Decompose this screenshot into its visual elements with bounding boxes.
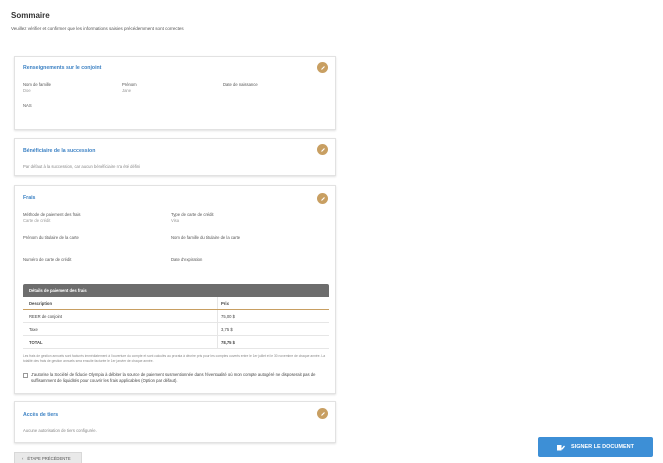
col-separator xyxy=(217,323,218,335)
sign-document-label: SIGNER LE DOCUMENT xyxy=(571,444,634,450)
table-row: REER de conjoint 75,00 $ xyxy=(23,310,329,323)
beneficiary-text: Par défaut à la succession, car aucun bé… xyxy=(23,164,141,169)
col-separator xyxy=(217,310,218,322)
spouse-card-title: Renseignements sur le conjoint xyxy=(23,65,102,71)
fees-card: Frais Méthode de paiement des frais Cart… xyxy=(14,185,336,394)
table-row: Taxe 3,75 $ xyxy=(23,323,329,336)
edit-fees-button[interactable] xyxy=(317,193,328,204)
row-description: REER de conjoint xyxy=(29,314,63,319)
col-description: Description xyxy=(29,301,53,306)
page-title: Sommaire xyxy=(11,11,50,20)
col-separator xyxy=(217,336,218,348)
first-name-label: Prénom xyxy=(122,82,137,87)
edit-beneficiary-button[interactable] xyxy=(317,144,328,155)
previous-step-label: ÉTAPE PRÉCÉDENTE xyxy=(27,455,71,461)
fees-table: Détails de paiement des frais Descriptio… xyxy=(23,284,329,349)
fees-note: Les frais de gestion annuels sont factur… xyxy=(23,354,326,363)
last-name-value: Doe xyxy=(23,88,31,93)
card-number-label: Numéro de carte de crédit xyxy=(23,257,72,262)
pencil-icon xyxy=(320,196,325,201)
sign-document-button[interactable]: SIGNER LE DOCUMENT xyxy=(538,437,653,457)
payment-method-value: Carte de crédit xyxy=(23,218,51,223)
holder-first-name-label: Prénom du titulaire de la carte xyxy=(23,235,79,240)
page: Sommaire Veuillez vérifier et confirmer … xyxy=(0,0,663,463)
row-price: 78,75 $ xyxy=(221,340,235,345)
page-subtitle: Veuillez vérifier et confirmer que les i… xyxy=(11,26,184,31)
chevron-left-icon: ‹ xyxy=(22,455,24,461)
card-type-label: Type de carte de crédit xyxy=(171,212,214,217)
col-separator xyxy=(217,297,218,309)
fees-table-title: Détails de paiement des frais xyxy=(23,284,329,297)
pencil-icon xyxy=(320,147,325,152)
expiry-label: Date d'expiration xyxy=(171,257,203,262)
row-price: 75,00 $ xyxy=(221,314,235,319)
dob-label: Date de naissance xyxy=(223,82,258,87)
third-party-card-title: Accès de tiers xyxy=(23,412,59,418)
row-description: Taxe xyxy=(29,327,38,332)
fees-card-title: Frais xyxy=(23,195,36,201)
payment-method-label: Méthode de paiement des frais xyxy=(23,212,81,217)
sign-document-icon xyxy=(557,444,566,450)
fees-table-header-row: Description Prix xyxy=(23,297,329,310)
row-description: TOTAL xyxy=(29,340,43,345)
main-content: Sommaire Veuillez vérifier et confirmer … xyxy=(0,0,663,463)
authorize-text: J'autorise la Société de fiducie Olympia… xyxy=(31,372,316,383)
holder-last-name-label: Nom de famille du titulaire de la carte xyxy=(171,235,241,240)
table-row-total: TOTAL 78,75 $ xyxy=(23,336,329,349)
row-price: 3,75 $ xyxy=(221,327,233,332)
first-name-value: Jane xyxy=(122,88,132,93)
edit-third-party-button[interactable] xyxy=(317,408,328,419)
third-party-card: Accès de tiers Aucune autorisation de ti… xyxy=(14,401,336,443)
col-price: Prix xyxy=(221,301,229,306)
card-type-value: Visa xyxy=(171,218,180,223)
spouse-card: Renseignements sur le conjoint Nom de fa… xyxy=(14,56,336,130)
edit-spouse-button[interactable] xyxy=(317,62,328,73)
pencil-icon xyxy=(320,65,325,70)
authorize-checkbox[interactable] xyxy=(23,373,28,378)
last-name-label: Nom de famille xyxy=(23,82,51,87)
nas-label: NAS xyxy=(23,103,32,108)
beneficiary-card: Bénéficiaire de la succession Par défaut… xyxy=(14,138,336,176)
third-party-text: Aucune autorisation de tiers configurée. xyxy=(23,428,97,433)
beneficiary-card-title: Bénéficiaire de la succession xyxy=(23,148,96,154)
previous-step-button[interactable]: ‹ ÉTAPE PRÉCÉDENTE xyxy=(14,452,82,463)
pencil-icon xyxy=(320,411,325,416)
